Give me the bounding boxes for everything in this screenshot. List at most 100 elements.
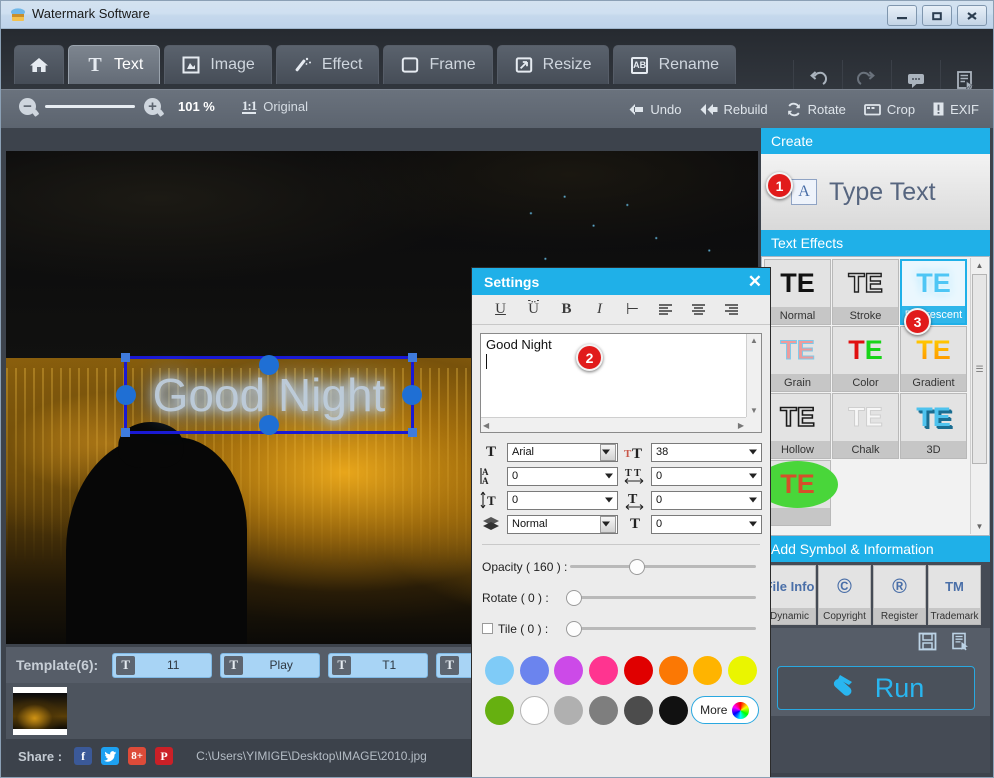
overline-button[interactable]: Ü [517,297,550,323]
slider-knob[interactable] [565,620,582,637]
textarea-vertical-scrollbar[interactable]: ▲ ▼ [746,334,761,417]
close-button[interactable] [957,5,987,26]
handle-middle-right[interactable] [402,385,422,405]
scrollbar-thumb[interactable]: ☰ [972,274,987,464]
swatch-gray[interactable] [589,696,619,725]
swatch-yellow[interactable] [728,656,758,685]
twitter-icon[interactable] [101,747,120,765]
run-button[interactable]: Run [776,666,975,710]
template-item-11[interactable]: T 11 [112,652,213,678]
swatch-amber[interactable] [693,656,723,685]
text-width-select[interactable]: 0 [651,490,762,510]
floppy-save-icon[interactable] [918,632,937,656]
swatch-red[interactable] [623,656,653,685]
blend-mode-select[interactable]: Normal [507,514,618,534]
handle-top-center[interactable] [259,355,279,375]
image-thumbnail[interactable] [13,687,67,735]
align-right-button[interactable] [715,297,748,323]
slider-knob[interactable] [628,558,645,575]
save-as-icon[interactable] [951,632,970,656]
scroll-down-icon[interactable]: ▼ [750,406,758,415]
exif-button[interactable]: EXIF [933,102,979,117]
tab-image[interactable]: Image [164,45,272,84]
line-height-select[interactable]: 0 [507,490,618,510]
rotate-button[interactable]: Rotate [786,102,846,117]
font-family-select[interactable]: Arial [507,442,618,462]
tab-home[interactable] [14,45,64,84]
slider-knob[interactable] [565,589,582,606]
tab-frame[interactable]: Frame [383,45,493,84]
text-effects-scrollbar[interactable]: ▲ ☰ ▼ [970,258,988,534]
swatch-black[interactable] [658,696,688,725]
swatch-purple[interactable] [554,656,584,685]
close-icon[interactable]: ✕ [748,273,762,290]
opacity-slider[interactable] [570,558,756,575]
crop-button[interactable]: Crop [864,102,915,117]
zoom-slider[interactable] [45,105,135,108]
align-center-button[interactable] [682,297,715,323]
swatch-blue[interactable] [519,656,549,685]
swatch-dark-gray[interactable] [623,696,653,725]
settings-textarea[interactable]: Good Night ▲ ▼ ◀ ▶ [480,333,762,433]
symbol-trademark[interactable]: TM Trademark [928,565,981,625]
swatch-green[interactable] [484,696,514,725]
facebook-icon[interactable]: f [74,747,93,765]
swatch-white[interactable] [519,696,549,725]
text-shadow-select[interactable]: 0 [651,514,762,534]
undo-button[interactable]: Undo [629,102,682,117]
handle-bottom-right[interactable] [408,428,417,437]
effect-color[interactable]: TE Color [832,326,899,392]
effect-stroke[interactable]: TE Stroke [832,259,899,325]
effect-normal[interactable]: TE Normal [764,259,831,325]
effect-3d[interactable]: TE 3D [900,393,967,459]
scroll-up-icon[interactable]: ▲ [750,336,758,345]
textarea-horizontal-scrollbar[interactable]: ◀ ▶ [481,417,746,432]
maximize-button[interactable] [922,5,952,26]
italic-button[interactable]: I [583,297,616,323]
scroll-down-icon[interactable]: ▼ [971,519,988,534]
effect-gradient[interactable]: TE Gradient [900,326,967,392]
rebuild-button[interactable]: Rebuild [700,102,768,117]
tab-effect[interactable]: Effect [275,45,380,84]
tab-rename[interactable]: AB Rename [612,45,737,84]
scroll-up-icon[interactable]: ▲ [971,258,988,273]
swatch-pink[interactable] [589,656,619,685]
zoom-in-icon[interactable]: + [144,98,161,115]
letter-case-select[interactable]: 0 [507,466,618,486]
handle-top-left[interactable] [121,353,130,362]
google-plus-icon[interactable]: 8+ [128,747,147,765]
template-item-play[interactable]: T Play [220,652,321,678]
scroll-right-icon[interactable]: ▶ [738,421,744,430]
watermark-selection-box[interactable]: Good Night [116,353,422,437]
symbol-register[interactable]: ® Register [873,565,926,625]
swatch-light-gray[interactable] [554,696,584,725]
bold-button[interactable]: B [550,297,583,323]
underline-button[interactable]: U [484,297,517,323]
effect-extra[interactable]: TE [762,460,838,526]
align-left-button[interactable] [649,297,682,323]
tile-slider[interactable] [565,620,756,637]
handle-bottom-left[interactable] [121,428,130,437]
type-text-button[interactable]: A Type Text [761,154,990,230]
minimize-button[interactable] [887,5,917,26]
swatch-light-blue[interactable] [484,656,514,685]
scroll-left-icon[interactable]: ◀ [483,421,489,430]
rotate-slider[interactable] [565,589,756,606]
template-item-t1[interactable]: T T1 [328,652,429,678]
handle-top-right[interactable] [408,353,417,362]
handle-bottom-center[interactable] [259,415,279,435]
swatch-orange[interactable] [658,656,688,685]
effect-chalk[interactable]: TE Chalk [832,393,899,459]
more-colors-button[interactable]: More [691,696,760,724]
tab-text[interactable]: T Text [68,45,161,84]
tile-checkbox[interactable] [482,623,493,634]
handle-middle-left[interactable] [116,385,136,405]
effect-grain[interactable]: TE Grain [764,326,831,392]
symbol-copyright[interactable]: © Copyright [818,565,871,625]
letter-spacing-select[interactable]: 0 [651,466,762,486]
tab-resize[interactable]: Resize [496,45,609,84]
original-size-button[interactable]: 1:1 Original [241,99,308,114]
pinterest-icon[interactable]: P [155,747,174,765]
zoom-out-icon[interactable]: − [19,98,36,115]
font-size-select[interactable]: 38 [651,442,762,462]
